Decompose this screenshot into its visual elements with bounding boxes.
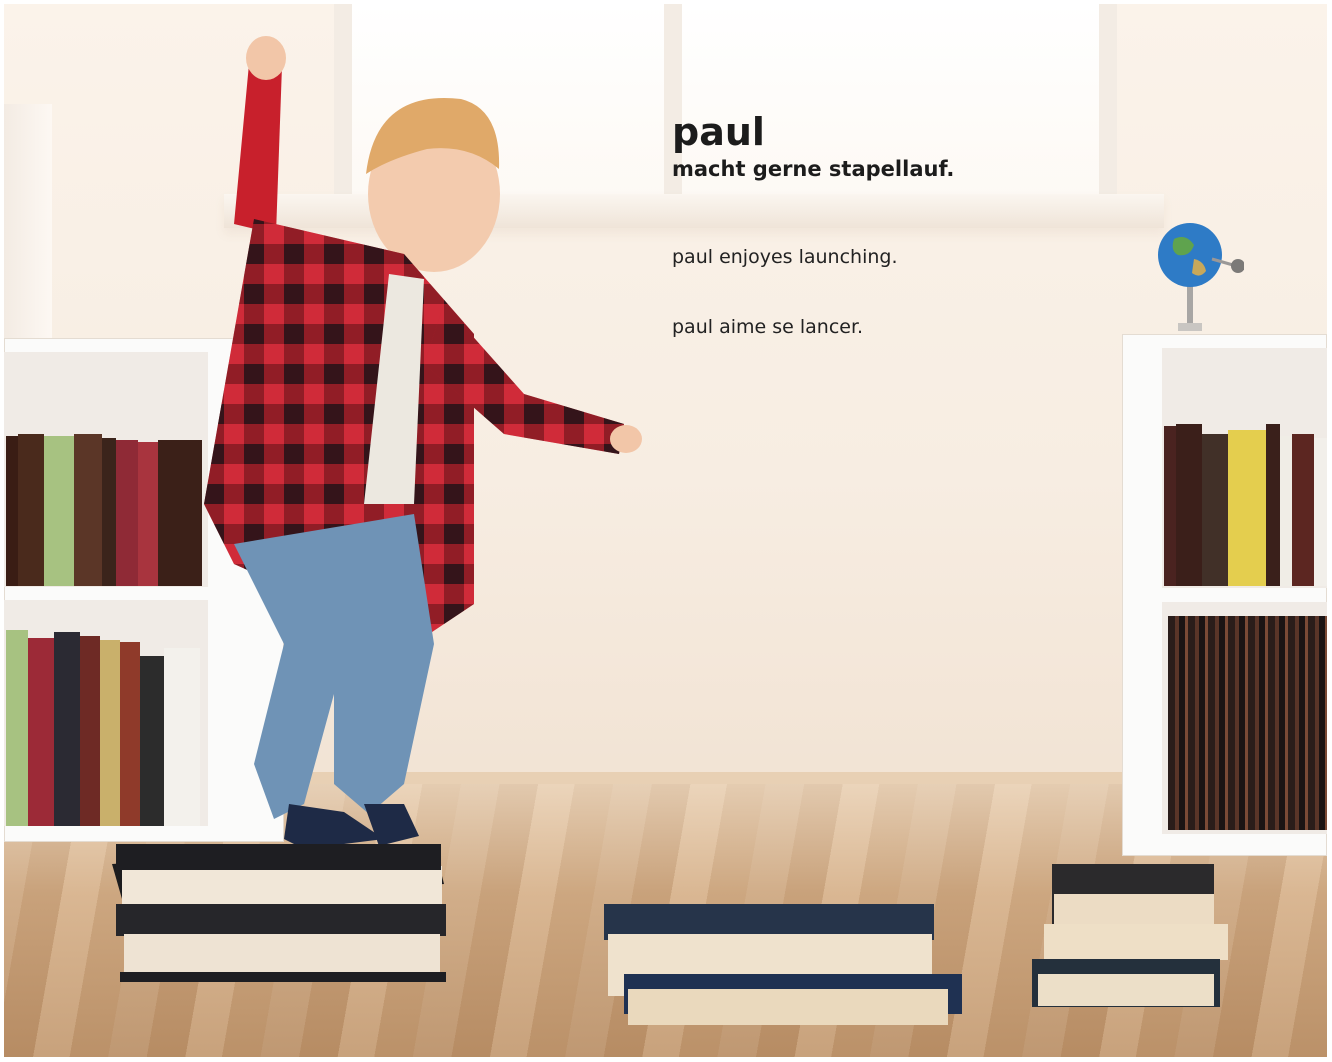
globe-icon <box>1158 223 1244 331</box>
caption-english: paul enjoyes launching. <box>672 246 898 268</box>
photo-scene <box>4 4 1327 1057</box>
caption-subtitle: macht gerne stapellauf. <box>672 157 955 181</box>
book-stacks <box>112 844 1228 1025</box>
window-frame-right <box>1099 4 1117 204</box>
caption-title: paul <box>672 110 765 154</box>
right-bookshelf <box>1122 334 1327 856</box>
caption-french: paul aime se lancer. <box>672 316 864 338</box>
caption-block: paul macht gerne stapellauf. <box>672 110 954 184</box>
